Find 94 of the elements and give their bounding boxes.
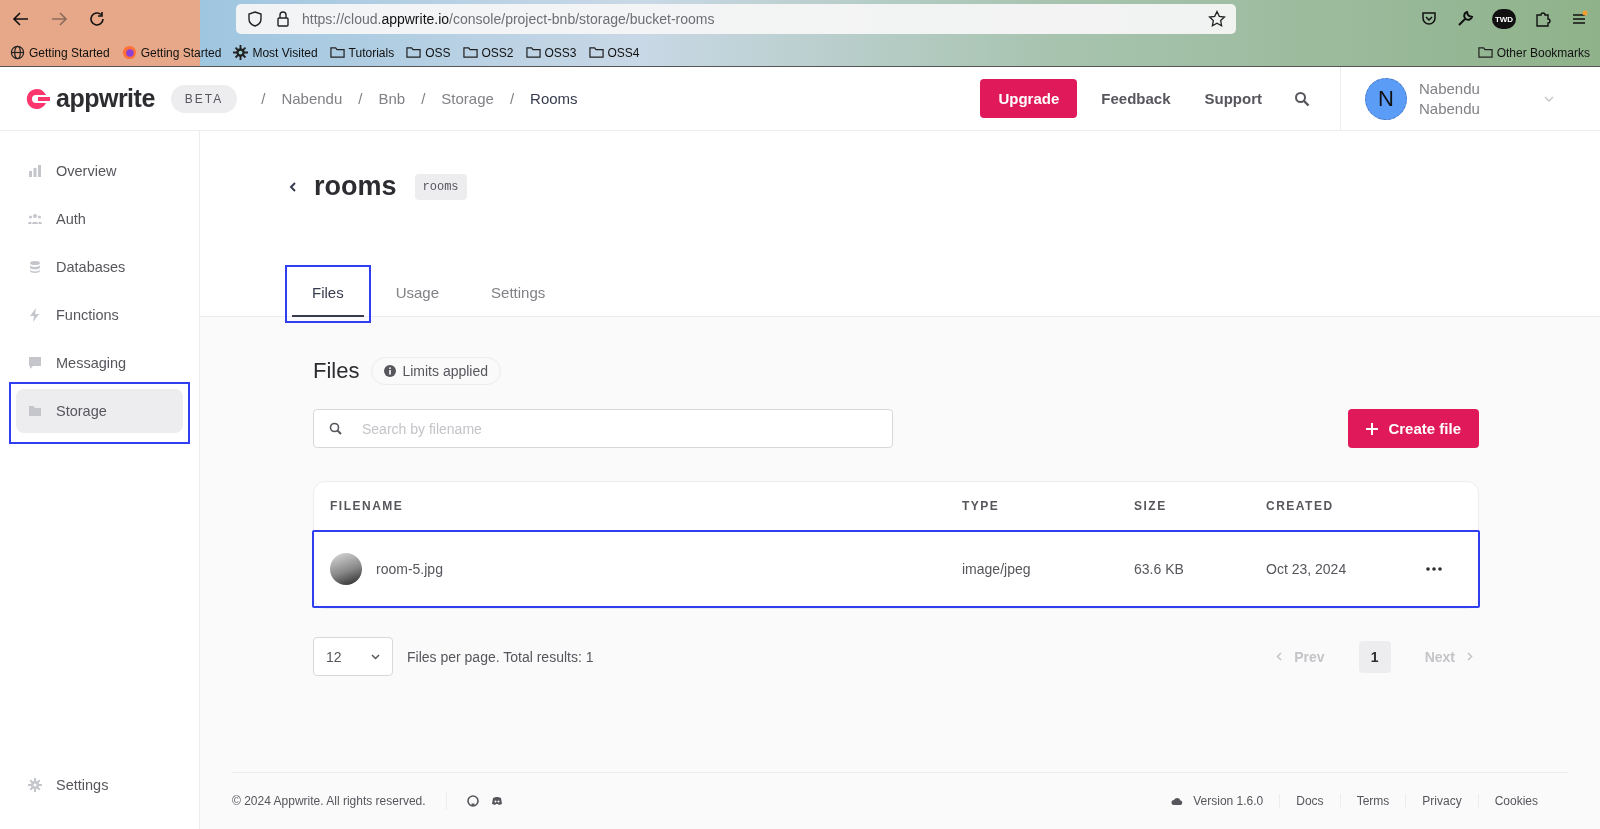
- folder-icon: [525, 45, 541, 60]
- bookmark[interactable]: Tutorials: [329, 45, 395, 60]
- folder-icon: [588, 45, 604, 60]
- table-cell-text: Oct 23, 2024: [1266, 561, 1348, 577]
- wrench-icon[interactable]: [1456, 10, 1474, 28]
- gear-icon: [28, 778, 42, 792]
- sidebar-item[interactable]: Functions: [16, 293, 183, 337]
- column-header: TYPE: [962, 499, 1001, 513]
- column-header: FILENAME: [330, 499, 405, 513]
- feedback-link[interactable]: Feedback: [1097, 86, 1175, 111]
- breadcrumb-separator: /: [509, 90, 515, 107]
- chevron-right-icon: [1467, 652, 1473, 661]
- table-cell: room-5.jpg: [376, 561, 443, 577]
- bookmark[interactable]: OSS: [406, 45, 451, 60]
- reload-icon[interactable]: [88, 10, 106, 28]
- chevron-left-icon: [1276, 652, 1283, 661]
- back-chevron-icon[interactable]: [288, 180, 298, 193]
- column-header: SIZE: [1134, 499, 1168, 513]
- bucket-id-tag[interactable]: rooms: [414, 173, 467, 200]
- search-icon: [329, 422, 342, 435]
- footer-link[interactable]: Docs: [1279, 794, 1340, 808]
- create-file-button[interactable]: Create file: [1348, 409, 1479, 448]
- support-link[interactable]: Support: [1200, 86, 1266, 111]
- shield-icon: [246, 10, 264, 28]
- results-text: Files per page. Total results: 1: [407, 648, 594, 665]
- breadcrumb[interactable]: Rooms: [530, 90, 578, 107]
- bookmark[interactable]: Most Visited: [233, 45, 318, 60]
- other-bookmarks[interactable]: Other Bookmarks: [1477, 45, 1590, 60]
- address-bar[interactable]: https://cloud.appwrite.io/console/project-bnb/storage/bucket-rooms: [236, 4, 1236, 34]
- sidebar-item[interactable]: Settings: [16, 763, 183, 807]
- folder-icon: [28, 404, 42, 418]
- profile-badge[interactable]: TWD: [1492, 9, 1516, 29]
- sidebar-item[interactable]: Databases: [16, 245, 183, 289]
- user-subtitle: Nabendu: [1419, 98, 1480, 119]
- sidebar-item[interactable]: Auth: [16, 197, 183, 241]
- more-options-icon[interactable]: [1426, 567, 1442, 571]
- folder-icon: [406, 45, 422, 60]
- version-text: Version 1.6.0: [1193, 794, 1264, 808]
- copyright-text: © 2024 Appwrite. All rights reserved.: [232, 794, 426, 808]
- folder-icon: [1477, 45, 1493, 60]
- appwrite-logo[interactable]: appwrite: [24, 84, 155, 113]
- people-icon: [28, 212, 42, 226]
- footer-link[interactable]: Terms: [1339, 794, 1406, 808]
- chevron-down-icon: [371, 652, 380, 661]
- bookmark[interactable]: Getting Started: [10, 45, 110, 60]
- star-icon[interactable]: [1208, 10, 1226, 28]
- column-header: CREATED: [1266, 499, 1335, 513]
- breadcrumb[interactable]: Nabendu: [281, 90, 343, 107]
- breadcrumb-separator: /: [421, 90, 426, 107]
- page-number-button[interactable]: 1: [1358, 640, 1391, 673]
- beta-badge: BETA: [170, 84, 238, 113]
- user-name: Nabendu: [1419, 78, 1480, 99]
- lightning-icon: [28, 308, 42, 322]
- globe-icon: [10, 45, 25, 60]
- bookmark[interactable]: OSS4: [588, 45, 640, 60]
- breadcrumb[interactable]: Bnb: [378, 90, 406, 107]
- bookmark[interactable]: OSS3: [525, 45, 577, 60]
- limits-badge[interactable]: Limits applied: [371, 357, 502, 385]
- table-cell-text: 63.6 KB: [1134, 561, 1185, 577]
- search-field[interactable]: Search by filename: [313, 409, 893, 448]
- tab[interactable]: Settings: [471, 272, 566, 317]
- gear-icon: [233, 45, 249, 60]
- sidebar-item[interactable]: Storage: [16, 389, 183, 433]
- breadcrumb-separator: /: [261, 90, 266, 107]
- sidebar-item[interactable]: Overview: [16, 149, 183, 193]
- bar-chart-icon: [28, 164, 42, 178]
- cloud-icon: [1171, 795, 1184, 807]
- tab[interactable]: Usage: [375, 272, 460, 317]
- upgrade-button[interactable]: Upgrade: [980, 79, 1078, 118]
- photo-placeholder: [330, 553, 362, 585]
- chat-bubble-icon: [28, 356, 42, 370]
- footer-link[interactable]: Cookies: [1477, 794, 1554, 808]
- back-arrow-icon[interactable]: [12, 10, 30, 28]
- folder-icon: [329, 45, 345, 60]
- bookmark[interactable]: OSS2: [462, 45, 514, 60]
- section-heading: Files: [313, 358, 360, 384]
- breadcrumb-separator: /: [358, 90, 363, 107]
- database-icon: [28, 260, 42, 274]
- tab[interactable]: Files: [292, 272, 364, 317]
- folder-icon: [462, 45, 478, 60]
- bookmark[interactable]: Getting Started: [121, 45, 222, 60]
- search-icon[interactable]: [1294, 90, 1310, 107]
- per-page-select[interactable]: 12: [313, 637, 393, 676]
- table-cell-text: image/jpeg: [962, 561, 1032, 577]
- breadcrumb[interactable]: Storage: [441, 90, 494, 107]
- plus-icon: [1366, 422, 1379, 435]
- sidebar-item[interactable]: Messaging: [16, 341, 183, 385]
- browser-logo-icon: [121, 45, 137, 60]
- info-icon: [384, 365, 397, 377]
- puzzle-icon[interactable]: [1534, 10, 1552, 28]
- user-avatar[interactable]: N: [1365, 77, 1407, 120]
- footer-link[interactable]: Privacy: [1405, 794, 1478, 808]
- page-title: rooms: [314, 171, 397, 202]
- lock-icon: [274, 10, 292, 28]
